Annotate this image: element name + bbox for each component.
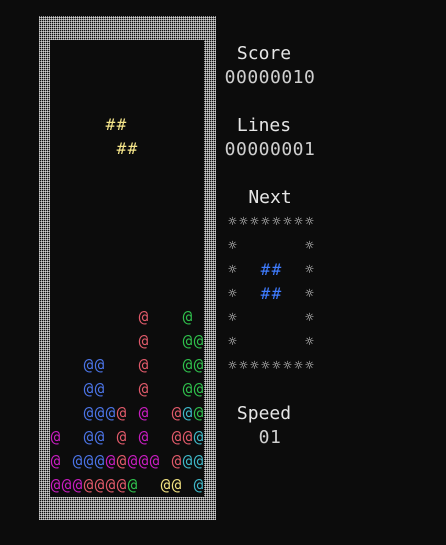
preview-frame-icon: ☼ [305,286,314,302]
stack-block: @ [193,379,204,398]
next-piece-block: # [271,284,282,303]
preview-frame-icon: ☼ [305,238,314,254]
preview-frame-icon: ☼ [272,358,281,374]
next-piece-block: # [260,260,271,279]
preview-frame-icon: ☼ [228,358,237,374]
preview-frame-icon: ☼ [272,214,281,230]
stack-block: @ [193,403,204,422]
stack-block: @ [182,307,193,326]
preview-frame-icon: ☼ [228,310,237,326]
stack-block: @ [94,451,105,470]
preview-frame-icon: ☼ [305,334,314,350]
stack-block: @ [83,427,94,446]
stack-block: @ [171,427,182,446]
preview-frame-icon: ☼ [239,214,248,230]
preview-frame-icon: ☼ [294,214,303,230]
stack-block: @ [116,451,127,470]
stack-block: @ [149,451,160,470]
stack-block: @ [127,475,138,494]
stack-block: @ [182,403,193,422]
stack-block: @ [50,475,61,494]
stack-block: @ [94,403,105,422]
playfield: # # # # @ @ @ @ @ @ @ @ @ @ @ @ @ @ @ @ @ @ @ @ @ @ @ @ @ @ @ @ @ @ @ @ @ @ @ @… [50,40,204,497]
stack-block: @ [50,451,61,470]
active-piece-block: # [116,139,127,158]
lines-label: Lines [236,115,292,136]
stack-block: @ [193,355,204,374]
stack-block: @ [72,475,83,494]
preview-frame-icon: ☼ [261,214,270,230]
stack-block: @ [94,427,105,446]
stack-block: @ [83,403,94,422]
stack-block: @ [182,451,193,470]
stack-block: @ [94,355,105,374]
preview-frame-icon: ☼ [239,358,248,374]
next-piece-preview: ☼ ☼ ☼ ☼ ☼ ☼ ☼ ☼ ☼ ☼ ☼ ☼ ☼ ☼ ☼ ☼ ☼ ☼ ☼ ☼ ☼ ☼ ☼ ☼ ☼ ☼ # # # # [226,210,316,378]
stack-block: @ [83,379,94,398]
stack-block: @ [138,379,149,398]
preview-frame-icon: ☼ [305,310,314,326]
stack-block: @ [116,427,127,446]
active-piece-block: # [127,139,138,158]
stack-block: @ [193,331,204,350]
preview-frame-icon: ☼ [305,262,314,278]
next-piece-block: # [260,284,271,303]
stack-block: @ [127,451,138,470]
stack-block: @ [138,451,149,470]
stack-block: @ [105,403,116,422]
stack-block: @ [138,355,149,374]
stack-block: @ [50,427,61,446]
stack-block: @ [193,475,204,494]
preview-frame-icon: ☼ [250,358,259,374]
preview-frame-icon: ☼ [228,238,237,254]
preview-frame-icon: ☼ [283,358,292,374]
preview-frame-icon: ☼ [228,214,237,230]
preview-frame-icon: ☼ [228,262,237,278]
preview-frame-icon: ☼ [305,358,314,374]
speed-value: 01 [258,427,282,448]
stack-block: @ [105,451,116,470]
stack-block: @ [83,355,94,374]
active-piece-block: # [116,115,127,134]
stack-block: @ [94,475,105,494]
stack-block: @ [105,475,116,494]
speed-label: Speed [236,403,292,424]
stack-block: @ [160,475,171,494]
stack-block: @ [182,427,193,446]
preview-frame-icon: ☼ [228,334,237,350]
next-piece-block: # [271,260,282,279]
stack-block: @ [94,379,105,398]
stack-block: @ [138,427,149,446]
stack-block: @ [116,403,127,422]
stack-block: @ [193,427,204,446]
stack-block: @ [138,331,149,350]
stack-block: @ [182,379,193,398]
stack-block: @ [182,331,193,350]
score-label: Score [236,43,292,64]
stack-block: @ [193,451,204,470]
active-piece-block: # [105,115,116,134]
stack-block: @ [72,451,83,470]
preview-frame-icon: ☼ [305,214,314,230]
preview-frame-icon: ☼ [228,286,237,302]
stack-block: @ [171,475,182,494]
preview-frame-icon: ☼ [283,214,292,230]
stack-block: @ [138,307,149,326]
preview-frame-icon: ☼ [294,358,303,374]
next-label: Next [248,187,292,208]
lines-value: 00000001 [224,139,316,160]
preview-frame-icon: ☼ [261,358,270,374]
preview-frame-icon: ☼ [250,214,259,230]
stack-block: @ [83,451,94,470]
stack-block: @ [61,475,72,494]
score-value: 00000010 [224,67,316,88]
stack-block: @ [171,451,182,470]
stack-block: @ [171,403,182,422]
stack-block: @ [83,475,94,494]
stack-block: @ [138,403,149,422]
stack-block: @ [182,355,193,374]
stack-block: @ [116,475,127,494]
